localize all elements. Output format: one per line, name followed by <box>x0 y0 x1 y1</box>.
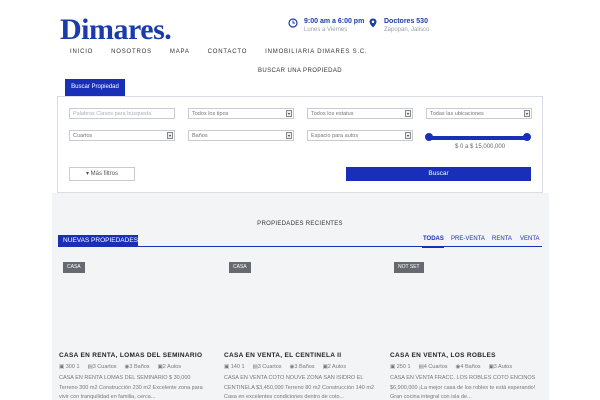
property-baths: ◉4 Baños <box>456 364 481 370</box>
site-logo[interactable]: Dimares. <box>60 13 172 47</box>
property-rooms-value: 3 Cuartos <box>92 364 117 370</box>
more-filters-button[interactable]: ▾ Más filtros <box>69 167 135 181</box>
property-area: ▣ 140 1 <box>224 364 245 370</box>
property-area-value: 300 1 <box>65 364 80 370</box>
property-cars-value: 2 Autos <box>162 364 182 370</box>
price-slider-min-handle[interactable] <box>425 133 433 141</box>
chevron-down-icon <box>286 110 292 117</box>
property-title[interactable]: CASA EN VENTA, EL CENTINELA II <box>224 352 341 359</box>
address-info: Doctores 530 Zapopan, Jalisco <box>368 17 429 35</box>
chevron-down-icon <box>405 132 411 139</box>
chevron-down-icon <box>524 110 530 117</box>
property-baths: ◉3 Baños <box>290 364 315 370</box>
types-select-value: Todos los tipos <box>192 111 229 117</box>
property-area-value: 250 1 <box>396 364 411 370</box>
property-cars-value: 3 Autos <box>493 364 513 370</box>
property-baths-value: 3 Baños <box>294 364 315 370</box>
property-cars: ▣2 Autos <box>323 364 347 370</box>
active-filter-indicator <box>422 246 444 248</box>
baths-select[interactable]: Baños <box>188 130 294 141</box>
hours-line1: 9:00 am a 6:00 pm <box>304 18 365 25</box>
nav-mapa[interactable]: MAPA <box>170 49 190 55</box>
main-nav: INICIO NOSOTROS MAPA CONTACTO INMOBILIAR… <box>70 49 386 55</box>
hours-line2: Lunes a Viernes <box>304 27 348 33</box>
filter-venta[interactable]: VENTA <box>520 236 540 242</box>
recent-title: PROPIEDADES RECIENTES <box>257 221 343 227</box>
section-divider <box>58 246 542 247</box>
property-title[interactable]: CASA EN RENTA, LOMAS DEL SEMINARIO <box>59 352 202 359</box>
chevron-down-icon <box>405 110 411 117</box>
property-rooms: ▤3 Cuartos <box>253 364 282 370</box>
keywords-input[interactable]: Palabras Claves para búsqueda <box>69 108 175 119</box>
property-meta: ▣ 300 1 ▤3 Cuartos ◉3 Baños ▣2 Autos <box>59 364 181 370</box>
chevron-down-icon: ▾ <box>85 171 89 177</box>
rooms-select[interactable]: Cuartos <box>69 130 175 141</box>
rooms-select-value: Cuartos <box>73 133 93 139</box>
clock-icon <box>288 18 298 28</box>
filter-pre-venta[interactable]: PRE-VENTA <box>451 236 485 242</box>
area-icon: ▣ <box>59 364 65 370</box>
address-line2: Zapopan, Jalisco <box>384 27 430 33</box>
property-meta: ▣ 140 1 ▤3 Cuartos ◉3 Baños ▣2 Autos <box>224 364 346 370</box>
property-area-value: 140 1 <box>230 364 245 370</box>
filter-todas[interactable]: TODAS <box>423 236 444 242</box>
status-select-value: Todos los estatus <box>311 111 354 117</box>
property-badge: CASA <box>63 262 85 273</box>
property-badge: CASA <box>229 262 251 273</box>
baths-select-value: Baños <box>192 133 208 139</box>
hours-info: 9:00 am a 6:00 pm Lunes a Viernes <box>288 17 364 35</box>
nav-inmobiliaria[interactable]: INMOBILIARIA DIMARES S.C. <box>265 49 367 55</box>
property-rooms: ▤3 Cuartos <box>88 364 117 370</box>
nav-contacto[interactable]: CONTACTO <box>208 49 248 55</box>
property-baths: ◉3 Baños <box>125 364 150 370</box>
property-badge: NOT SET <box>394 262 424 273</box>
search-button[interactable]: Buscar <box>346 167 531 181</box>
property-meta: ▣ 250 1 ▤4 Cuartos ◉4 Baños ▣3 Autos <box>390 364 512 370</box>
property-baths-value: 4 Baños <box>460 364 481 370</box>
property-rooms-value: 4 Cuartos <box>423 364 448 370</box>
property-baths-value: 3 Baños <box>129 364 150 370</box>
chevron-down-icon <box>286 132 292 139</box>
nav-inicio[interactable]: INICIO <box>70 49 93 55</box>
property-rooms-value: 3 Cuartos <box>257 364 282 370</box>
address-line1: Doctores 530 <box>384 18 428 25</box>
price-slider-max-handle[interactable] <box>523 133 531 141</box>
property-area: ▣ 300 1 <box>59 364 80 370</box>
status-select[interactable]: Todos los estatus <box>307 108 413 119</box>
types-select[interactable]: Todos los tipos <box>188 108 294 119</box>
map-pin-icon <box>369 18 377 28</box>
property-cars: ▣3 Autos <box>489 364 513 370</box>
search-title: BUSCAR UNA PROPIEDAD <box>257 68 343 74</box>
tab-buscar-propiedad[interactable]: Buscar Propiedad <box>65 79 125 96</box>
property-rooms: ▤4 Cuartos <box>419 364 448 370</box>
property-title[interactable]: CASA EN VENTA, LOS ROBLES <box>390 352 496 359</box>
area-icon: ▣ <box>224 364 230 370</box>
filter-renta[interactable]: RENTA <box>492 236 512 242</box>
location-select[interactable]: Todas las ubicaciones <box>426 108 532 119</box>
property-description: CASA EN RENTA LOMAS DEL SEMINARIO $ 30,0… <box>59 375 203 400</box>
parking-select[interactable]: Espacio para autos <box>307 130 413 141</box>
location-select-value: Todas las ubicaciones <box>430 111 484 117</box>
parking-select-value: Espacio para autos <box>311 133 359 139</box>
property-cars: ▣2 Autos <box>158 364 182 370</box>
nav-nosotros[interactable]: NOSOTROS <box>111 49 152 55</box>
area-icon: ▣ <box>390 364 396 370</box>
property-description: CASA EN VENTA FRACC. LOS ROBLES COTO ENC… <box>390 375 536 400</box>
more-filters-label: Más filtros <box>90 171 119 177</box>
price-range-label: $ 0 a $ 15,000,000 <box>455 144 506 150</box>
property-cars-value: 2 Autos <box>327 364 347 370</box>
price-slider-track[interactable] <box>427 136 529 140</box>
chevron-down-icon <box>167 132 173 139</box>
property-area: ▣ 250 1 <box>390 364 411 370</box>
property-description: CASA EN VENTA COTO NOUVE ZONA SAN ISIDRO… <box>224 375 375 400</box>
